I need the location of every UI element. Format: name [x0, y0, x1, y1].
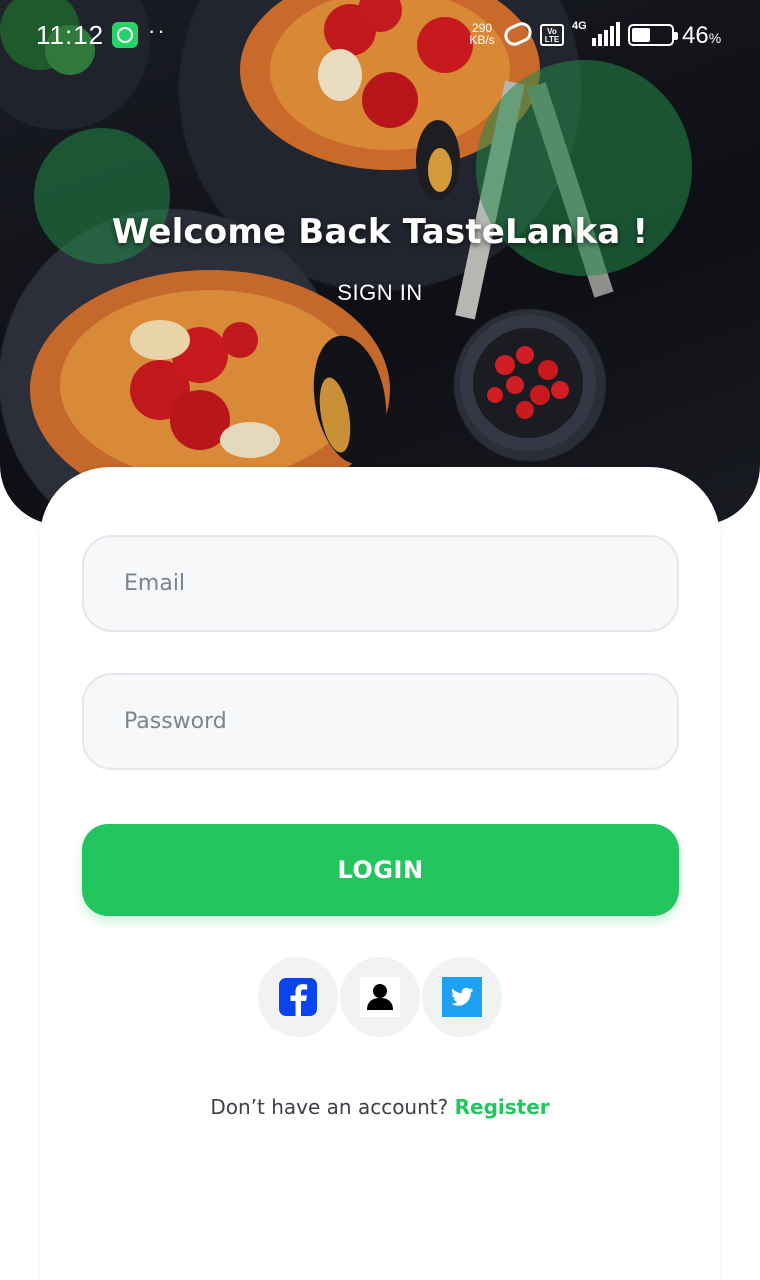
volte-icon: Vo LTE: [540, 24, 564, 46]
welcome-title: Welcome Back TasteLanka !: [111, 212, 649, 252]
guest-login-button[interactable]: [340, 957, 420, 1037]
user-icon: [360, 977, 400, 1017]
status-time: 11:12: [36, 20, 105, 50]
network-speed: 290 KB/s: [466, 22, 498, 46]
login-button[interactable]: LOGIN: [82, 824, 679, 916]
status-bar: 11:12 ·· 290 KB/s Vo LTE 4G 46%: [0, 0, 760, 70]
notification-dots: ··: [148, 18, 167, 43]
register-prompt: Don’t have an account? Register: [40, 1095, 720, 1119]
facebook-login-button[interactable]: [258, 957, 338, 1037]
battery-icon: [628, 24, 678, 46]
register-prompt-text: Don’t have an account?: [210, 1095, 449, 1119]
sign-in-subtitle: SIGN IN: [337, 280, 423, 305]
hero-banner: Welcome Back TasteLanka ! SIGN IN: [0, 0, 760, 525]
social-login-row: [258, 957, 508, 1039]
whatsapp-icon: [112, 22, 138, 48]
twitter-login-button[interactable]: [422, 957, 502, 1037]
email-field[interactable]: [82, 535, 679, 632]
facebook-icon: [279, 978, 317, 1016]
password-field[interactable]: [82, 673, 679, 770]
signal-icon: 4G: [572, 20, 620, 48]
login-card: LOGIN Don’t have an account? Register: [40, 467, 720, 1280]
hotspot-icon: [501, 19, 535, 49]
network-speed-unit: KB/s: [469, 33, 495, 47]
network-type: 4G: [572, 20, 587, 32]
twitter-icon: [442, 977, 482, 1017]
register-link[interactable]: Register: [455, 1095, 550, 1119]
battery-level: 46%: [682, 22, 722, 49]
